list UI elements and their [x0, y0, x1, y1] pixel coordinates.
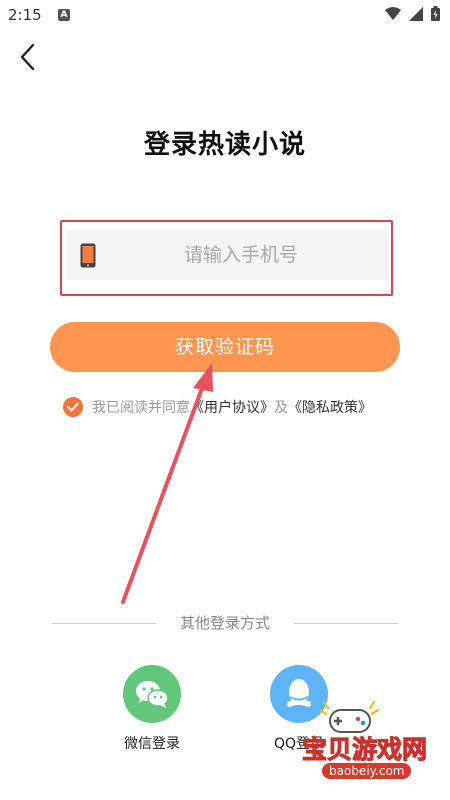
wechat-icon [136, 681, 169, 708]
other-login-divider: 其他登录方式 [52, 612, 398, 636]
watermark-logo: 宝贝游戏网 baobeiy.com [300, 700, 445, 795]
watermark-text: 宝贝游戏网 [301, 735, 428, 765]
annotation-arrow [121, 363, 213, 604]
wechat-login-label: 微信登录 [124, 736, 180, 752]
watermark-url: baobeiy.com [322, 763, 412, 779]
divider-line-right [294, 623, 398, 624]
wechat-login-button[interactable] [123, 665, 181, 723]
